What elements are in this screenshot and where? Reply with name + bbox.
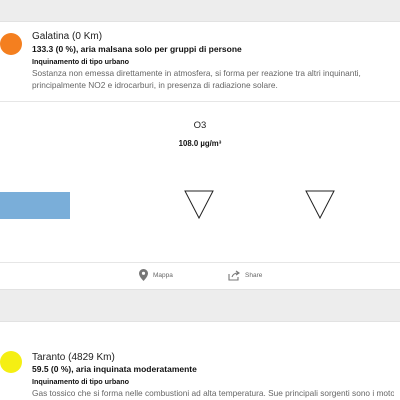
station-title: Galatina (0 Km) [32,31,103,42]
map-button[interactable]: Mappa [139,268,173,282]
share-icon [228,270,240,281]
map-pin-icon [139,269,148,281]
pollutant-value: 108.0 µg/m³ [178,139,222,148]
triangle-down-icon[interactable] [305,190,335,220]
page: Galatina (0 Km) 133.3 (0 %), aria malsan… [0,0,400,400]
pollution-card-galatina: Galatina (0 Km) 133.3 (0 %), aria malsan… [0,21,400,290]
status-dot [0,33,22,55]
divider [0,262,400,263]
pollutant-name: O3 [193,120,207,131]
card-header[interactable]: Galatina (0 Km) 133.3 (0 %), aria malsan… [0,22,400,100]
description-line-1: Gas tossico che si forma nelle combustio… [32,388,394,398]
pollution-category: Inquinamento di tipo urbano [32,57,130,66]
status-dot [0,351,22,373]
divider [0,101,400,102]
pollution-category: Inquinamento di tipo urbano [32,377,130,386]
share-label: Share [245,271,263,279]
share-button[interactable]: Share [228,268,262,282]
index-summary: 59.5 (0 %), aria inquinata moderatamente [32,364,197,374]
description-line-2: principalmente NO2 e idrocarburi, in pre… [32,80,278,90]
level-bar [0,192,70,219]
description-line-1: Sostanza non emessa direttamente in atmo… [32,68,361,78]
station-title: Taranto (4829 Km) [32,352,115,363]
card-header[interactable]: Taranto (4829 Km) 59.5 (0 %), aria inqui… [0,322,400,400]
index-summary: 133.3 (0 %), aria malsana solo per grupp… [32,44,242,54]
pollution-card-taranto: Taranto (4829 Km) 59.5 (0 %), aria inqui… [0,321,400,400]
triangle-down-icon[interactable] [184,190,214,220]
map-label: Mappa [153,271,173,279]
